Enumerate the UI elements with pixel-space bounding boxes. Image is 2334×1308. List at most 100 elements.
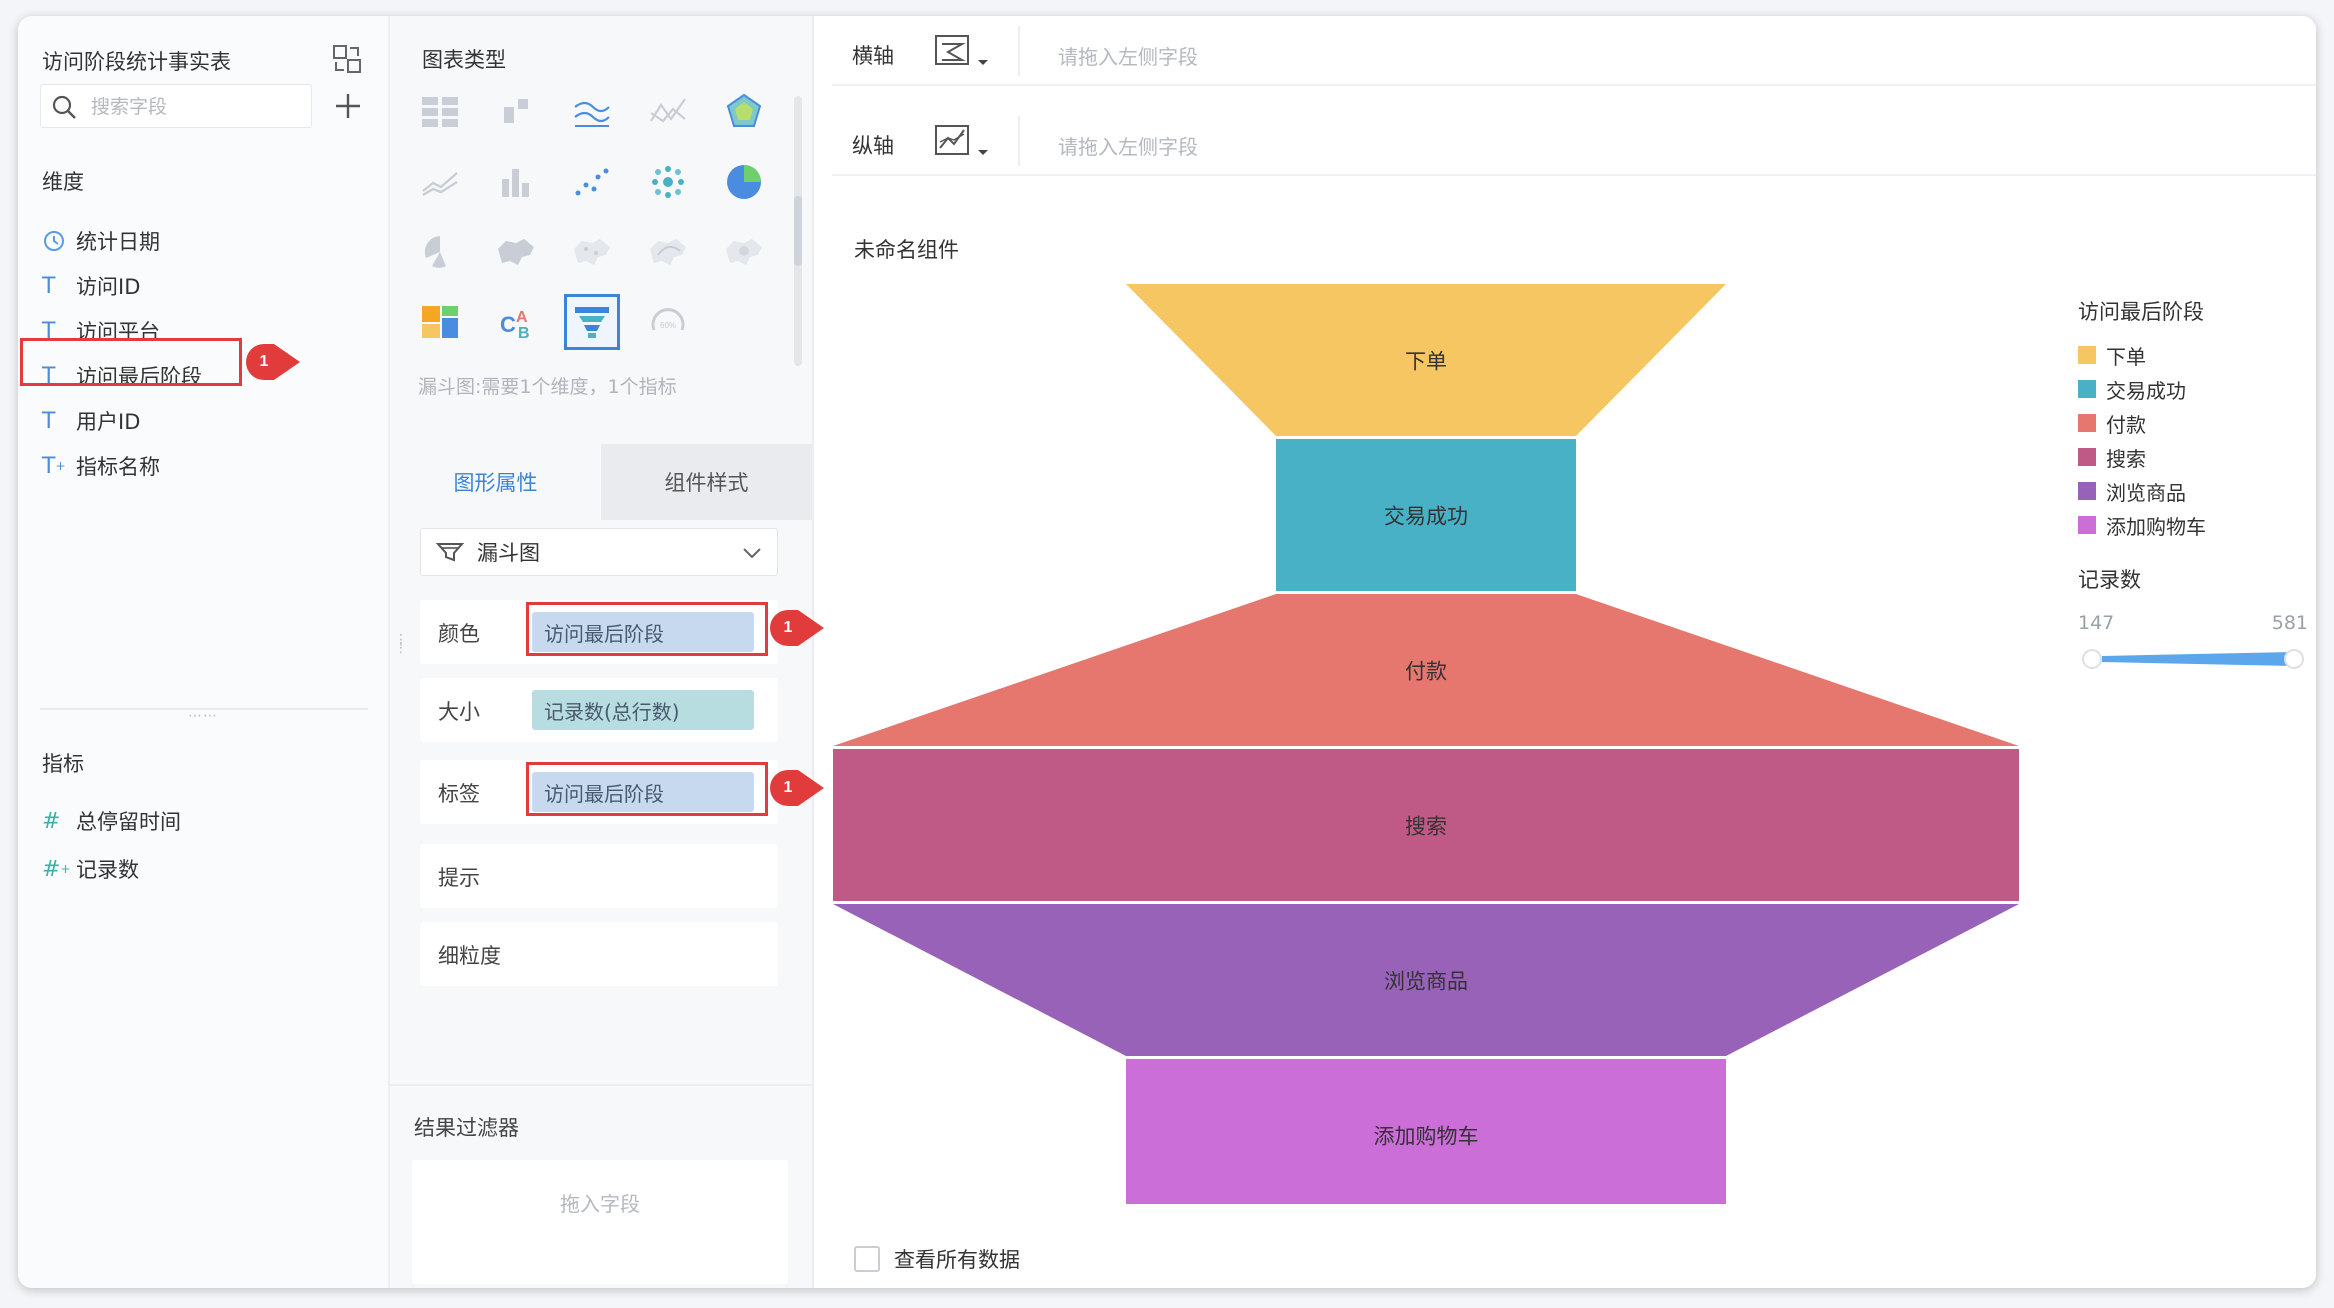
text-type-icon: T xyxy=(42,273,56,299)
prop-label: 大小 xyxy=(438,700,480,724)
legend-swatch xyxy=(2078,346,2096,364)
svg-text:60%: 60% xyxy=(660,321,676,330)
scatter-chart-icon[interactable] xyxy=(564,154,620,210)
dimension-item-user-id[interactable]: T 用户ID xyxy=(42,402,342,440)
search-icon xyxy=(52,95,76,119)
radar-chart-icon[interactable] xyxy=(716,84,772,140)
bar-chart-icon[interactable] xyxy=(488,154,544,210)
app-window: 访问阶段统计事实表 维度 统计日期 T 访问ID xyxy=(18,16,2316,1288)
y-axis-type-icon[interactable] xyxy=(932,120,996,164)
dimension-item-metric-name[interactable]: T + 指标名称 xyxy=(42,447,342,485)
table-title: 访问阶段统计事实表 xyxy=(42,50,231,74)
treemap-chart-icon[interactable] xyxy=(412,294,468,350)
highlight-box xyxy=(20,338,242,386)
legend-label: 浏览商品 xyxy=(2106,480,2186,505)
tab-component-style[interactable]: 组件样式 xyxy=(601,444,812,520)
legend-item[interactable]: 添加购物车 xyxy=(2078,508,2206,542)
fields-panel: 访问阶段统计事实表 维度 统计日期 T 访问ID xyxy=(18,16,390,1288)
region-map-icon[interactable] xyxy=(488,224,544,280)
view-all-checkbox[interactable] xyxy=(854,1246,880,1272)
chart-canvas: 未命名组件 下单 交易成功 付款 搜索 浏览商品 添加购物车 访问最后阶段 下单 交易成功付… xyxy=(832,204,2316,1288)
prop-row-size[interactable]: 大小 记录数(总行数) xyxy=(420,678,778,742)
chart-type-select[interactable]: 漏斗图 xyxy=(420,528,778,576)
color-legend: 访问最后阶段 下单交易成功付款 搜索浏览商品添加购物车 xyxy=(2078,296,2206,542)
flow-map-icon[interactable] xyxy=(640,224,696,280)
legend-items: 下单交易成功付款 搜索浏览商品添加购物车 xyxy=(2078,338,2206,542)
area-chart-icon[interactable] xyxy=(412,154,468,210)
clock-icon xyxy=(42,229,76,253)
dimension-label: 访问ID xyxy=(76,275,141,299)
field-search-box xyxy=(40,84,312,128)
chart-type-scrollbar[interactable] xyxy=(794,96,802,366)
legend-title: 访问最后阶段 xyxy=(2078,300,2204,324)
axis-separator xyxy=(1018,26,1020,76)
view-all-label: 查看所有数据 xyxy=(894,1248,1020,1272)
filter-drop-zone[interactable]: 拖入字段 xyxy=(412,1160,788,1284)
legend-swatch xyxy=(2078,516,2096,534)
size-legend-max: 581 xyxy=(2271,612,2308,634)
measures-label: 指标 xyxy=(42,752,84,776)
legend-swatch xyxy=(2078,482,2096,500)
chart-type-title: 图表类型 xyxy=(422,48,506,72)
funnel-segment-label: 添加购物车 xyxy=(1374,1125,1479,1149)
rose-chart-icon[interactable] xyxy=(412,224,468,280)
heat-map-icon[interactable] xyxy=(716,224,772,280)
legend-label: 交易成功 xyxy=(2106,378,2186,403)
y-axis-label: 纵轴 xyxy=(852,134,894,158)
line-chart-icon[interactable] xyxy=(564,84,620,140)
dimension-item-visit-id[interactable]: T 访问ID xyxy=(42,267,342,305)
switch-table-icon[interactable] xyxy=(330,42,364,76)
measure-item-record-count[interactable]: # + 记录数 xyxy=(42,850,342,888)
legend-label: 下单 xyxy=(2106,344,2146,369)
text-type-icon: T xyxy=(42,408,56,434)
result-filter-title: 结果过滤器 xyxy=(414,1116,519,1140)
y-axis-drop-placeholder[interactable]: 请拖入左侧字段 xyxy=(1058,131,1198,160)
polyline-chart-icon[interactable] xyxy=(640,84,696,140)
size-legend-title: 记录数 xyxy=(2078,568,2141,592)
scrollbar-thumb[interactable] xyxy=(794,196,802,266)
size-field-pill[interactable]: 记录数(总行数) xyxy=(532,690,754,730)
legend-item[interactable]: 交易成功 xyxy=(2078,372,2206,406)
prop-row-tooltip[interactable]: 提示 xyxy=(420,844,778,908)
section-divider xyxy=(390,1084,812,1086)
cross-table-icon[interactable] xyxy=(488,84,544,140)
highlight-box xyxy=(526,762,768,816)
pie-chart-icon[interactable] xyxy=(716,154,772,210)
tab-graphic-properties[interactable]: 图形属性 xyxy=(390,444,601,520)
x-axis-row: 横轴 请拖入左侧字段 xyxy=(832,16,2316,86)
word-cloud-icon[interactable]: CAB xyxy=(488,294,544,350)
panel-resize-handle[interactable]: ⋯⋯ xyxy=(188,708,218,724)
x-axis-drop-placeholder[interactable]: 请拖入左侧字段 xyxy=(1058,41,1198,70)
size-legend-min: 147 xyxy=(2078,612,2115,634)
field-search-input[interactable] xyxy=(91,91,301,123)
point-map-icon[interactable] xyxy=(564,224,620,280)
svg-text:A: A xyxy=(516,309,528,326)
funnel-segment-label: 浏览商品 xyxy=(1384,970,1468,994)
bubble-chart-icon[interactable] xyxy=(640,154,696,210)
step-marker: 1 xyxy=(768,606,830,650)
gauge-chart-icon[interactable]: 60% xyxy=(640,294,696,350)
dimension-item-date[interactable]: 统计日期 xyxy=(42,222,342,260)
view-all-data-toggle[interactable]: 查看所有数据 xyxy=(854,1244,1020,1274)
legend-label: 添加购物车 xyxy=(2106,514,2206,539)
funnel-chart-icon[interactable] xyxy=(564,294,620,350)
chevron-down-icon xyxy=(743,548,761,559)
hash-derived-icon: # + xyxy=(42,856,71,882)
legend-swatch xyxy=(2078,448,2096,466)
legend-item[interactable]: 下单 xyxy=(2078,338,2206,372)
prop-label: 提示 xyxy=(438,866,480,890)
measure-item-total-stay[interactable]: # 总停留时间 xyxy=(42,802,342,840)
table-chart-icon[interactable] xyxy=(412,84,468,140)
funnel-segment-label: 交易成功 xyxy=(1384,505,1468,529)
legend-item[interactable]: 搜索 xyxy=(2078,440,2206,474)
x-axis-type-icon[interactable] xyxy=(932,30,996,74)
add-field-button[interactable] xyxy=(330,88,366,124)
legend-item[interactable]: 浏览商品 xyxy=(2078,474,2206,508)
panel-resize-handle[interactable]: ⋮ ⋮ xyxy=(394,633,408,655)
size-range-slider[interactable] xyxy=(2078,644,2308,674)
prop-row-granularity[interactable]: 细粒度 xyxy=(420,922,778,986)
config-panel: 图表类型 C A B 60% 漏斗图:需要1个维度，1个指标 图形属性 组件样式… xyxy=(390,16,824,1288)
marker-number: 1 xyxy=(259,353,269,370)
highlight-box xyxy=(526,602,768,656)
legend-item[interactable]: 付款 xyxy=(2078,406,2206,440)
